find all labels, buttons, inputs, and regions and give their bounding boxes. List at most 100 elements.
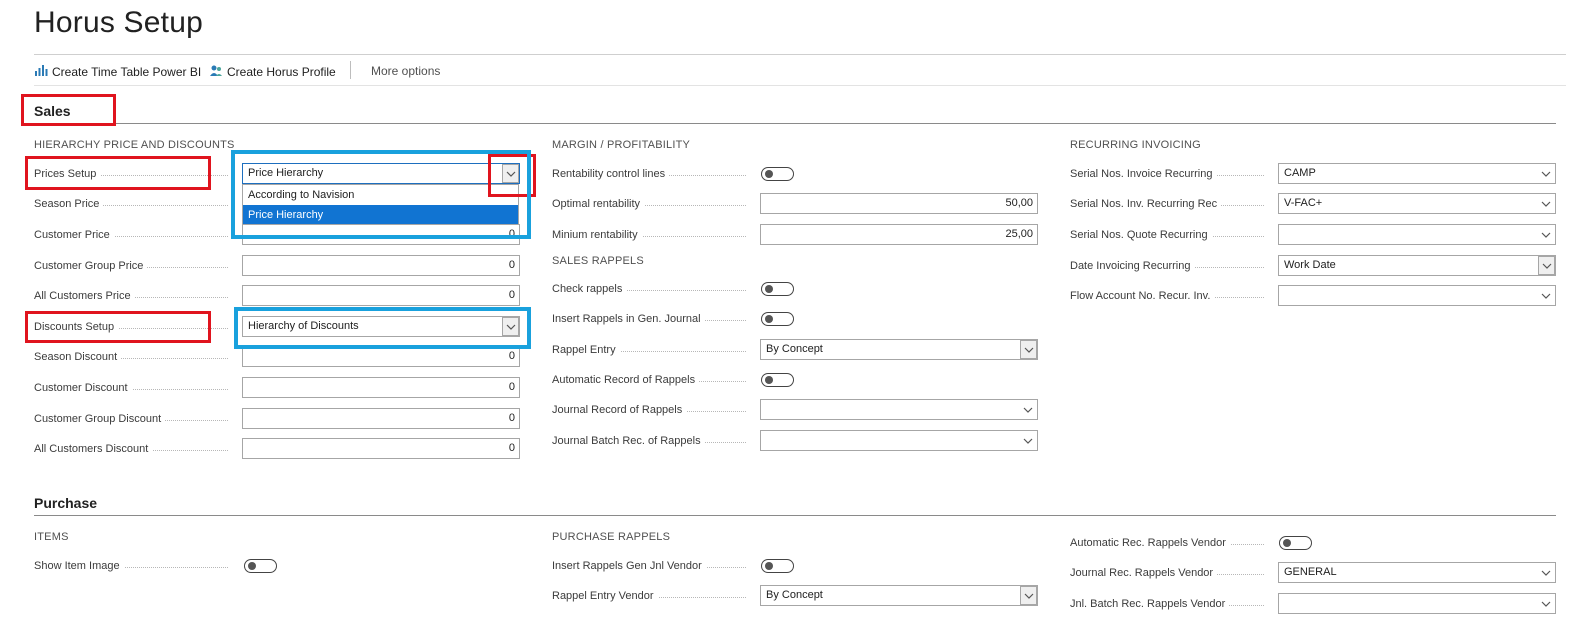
show-item-image-label: Show Item Image: [34, 559, 234, 573]
customer-group-price-label: Customer Group Price: [34, 259, 234, 273]
flow-account-recur-select[interactable]: [1278, 285, 1556, 306]
serial-inv-recurring-rec-value: V-FAC+: [1284, 197, 1323, 209]
chevron-down-icon[interactable]: [1538, 256, 1555, 275]
people-icon: [209, 64, 223, 80]
journal-record-rappels-select[interactable]: [760, 399, 1038, 420]
discounts-setup-select[interactable]: Hierarchy of Discounts: [242, 316, 520, 337]
flow-account-recur-label: Flow Account No. Recur. Inv.: [1070, 289, 1270, 303]
rentability-control-toggle[interactable]: [761, 167, 794, 181]
chevron-down-icon[interactable]: [1537, 226, 1554, 243]
purchase-section-line: [34, 515, 1556, 516]
automatic-record-rappels-label: Automatic Record of Rappels: [552, 373, 752, 387]
insert-rappels-gen-journal-toggle[interactable]: [761, 312, 794, 326]
serial-inv-recurring-rec-select[interactable]: V-FAC+: [1278, 193, 1556, 214]
all-customers-discount-input[interactable]: 0: [242, 438, 520, 459]
customer-group-price-input[interactable]: 0: [242, 255, 520, 276]
chevron-down-icon[interactable]: [1537, 195, 1554, 212]
create-time-table-button[interactable]: Create Time Table Power BI: [34, 64, 201, 79]
insert-rappels-gen-jnl-vendor-label: Insert Rappels Gen Jnl Vendor: [552, 559, 752, 573]
prices-setup-select[interactable]: Price Hierarchy: [242, 163, 520, 184]
rappel-entry-label: Rappel Entry: [552, 343, 752, 357]
insert-rappels-gen-jnl-vendor-toggle[interactable]: [761, 559, 794, 573]
discounts-setup-value: Hierarchy of Discounts: [248, 320, 359, 332]
automatic-rec-rappels-vendor-toggle[interactable]: [1279, 536, 1312, 550]
chevron-down-icon[interactable]: [1019, 401, 1036, 418]
serial-invoice-recurring-value: CAMP: [1284, 167, 1316, 179]
chevron-down-icon[interactable]: [1020, 340, 1037, 359]
date-invoicing-recurring-label: Date Invoicing Recurring: [1070, 259, 1270, 273]
chevron-down-icon[interactable]: [1537, 564, 1554, 581]
automatic-rec-rappels-vendor-label: Automatic Rec. Rappels Vendor: [1070, 536, 1270, 550]
chevron-down-icon[interactable]: [1537, 595, 1554, 612]
chevron-down-icon[interactable]: [1537, 165, 1554, 182]
journal-batch-rappels-select[interactable]: [760, 430, 1038, 451]
serial-invoice-recurring-label: Serial Nos. Invoice Recurring: [1070, 167, 1270, 181]
prices-setup-dropdown-list: According to Navision Price Hierarchy: [242, 184, 519, 226]
bar-chart-icon: [34, 64, 48, 79]
insert-rappels-gen-journal-label: Insert Rappels in Gen. Journal: [552, 312, 752, 326]
check-rappels-toggle[interactable]: [761, 282, 794, 296]
sales-rappels-group-title: SALES RAPPELS: [552, 255, 644, 267]
chevron-down-icon[interactable]: [1019, 432, 1036, 449]
rappel-entry-select[interactable]: By Concept: [760, 339, 1038, 360]
journal-rec-rappels-vendor-label: Journal Rec. Rappels Vendor: [1070, 566, 1270, 580]
serial-invoice-recurring-select[interactable]: CAMP: [1278, 163, 1556, 184]
customer-discount-input[interactable]: 0: [242, 377, 520, 398]
action-divider: [34, 85, 1566, 86]
date-invoicing-recurring-value: Work Date: [1284, 259, 1336, 271]
create-profile-label: Create Horus Profile: [227, 65, 336, 79]
journal-record-rappels-label: Journal Record of Rappels: [552, 403, 752, 417]
recurring-group-title: RECURRING INVOICING: [1070, 139, 1201, 151]
chevron-down-icon[interactable]: [1537, 287, 1554, 304]
rappel-entry-vendor-select[interactable]: By Concept: [760, 585, 1038, 606]
customer-price-label: Customer Price: [34, 228, 234, 242]
dropdown-option-price-hierarchy[interactable]: Price Hierarchy: [243, 205, 518, 225]
customer-group-discount-input[interactable]: 0: [242, 408, 520, 429]
purchase-section-title[interactable]: Purchase: [34, 495, 97, 511]
serial-inv-recurring-rec-label: Serial Nos. Inv. Recurring Rec: [1070, 197, 1270, 211]
journal-rec-rappels-vendor-select[interactable]: GENERAL: [1278, 562, 1556, 583]
all-customers-price-label: All Customers Price: [34, 289, 234, 303]
rentability-control-label: Rentability control lines: [552, 167, 752, 181]
hierarchy-group-title: HIERARCHY PRICE AND DISCOUNTS: [34, 139, 235, 151]
chevron-down-icon[interactable]: [502, 317, 519, 336]
jnl-batch-rec-rappels-vendor-label: Jnl. Batch Rec. Rappels Vendor: [1070, 597, 1270, 611]
discounts-setup-label: Discounts Setup: [34, 320, 234, 334]
customer-discount-label: Customer Discount: [34, 381, 234, 395]
margin-group-title: MARGIN / PROFITABILITY: [552, 139, 691, 151]
dropdown-option-according-to-navision[interactable]: According to Navision: [243, 185, 518, 205]
customer-group-discount-label: Customer Group Discount: [34, 412, 234, 426]
rappel-entry-vendor-label: Rappel Entry Vendor: [552, 589, 752, 603]
show-item-image-toggle[interactable]: [244, 559, 277, 573]
season-discount-input[interactable]: 0: [242, 346, 520, 367]
sales-section-title[interactable]: Sales: [34, 103, 71, 119]
sales-section-line: [34, 123, 1556, 124]
chevron-down-icon[interactable]: [502, 164, 519, 183]
serial-quote-recurring-select[interactable]: [1278, 224, 1556, 245]
customer-price-input[interactable]: 0: [242, 224, 520, 245]
chevron-down-icon[interactable]: [1020, 586, 1037, 605]
minimum-rentability-label: Minium rentability: [552, 228, 752, 242]
more-options-button[interactable]: More options: [371, 64, 440, 78]
create-profile-button[interactable]: Create Horus Profile: [209, 64, 336, 80]
automatic-record-rappels-toggle[interactable]: [761, 373, 794, 387]
action-separator: [350, 61, 351, 79]
jnl-batch-rec-rappels-vendor-select[interactable]: [1278, 593, 1556, 614]
optimal-rentability-label: Optimal rentability: [552, 197, 752, 211]
check-rappels-label: Check rappels: [552, 282, 752, 296]
minimum-rentability-input[interactable]: 25,00: [760, 224, 1038, 245]
journal-batch-rappels-label: Journal Batch Rec. of Rappels: [552, 434, 752, 448]
date-invoicing-recurring-select[interactable]: Work Date: [1278, 255, 1556, 276]
serial-quote-recurring-label: Serial Nos. Quote Recurring: [1070, 228, 1270, 242]
all-customers-price-input[interactable]: 0: [242, 285, 520, 306]
prices-setup-value: Price Hierarchy: [248, 167, 324, 179]
season-discount-label: Season Discount: [34, 350, 234, 364]
rappel-entry-vendor-value: By Concept: [766, 589, 823, 601]
page-title: Horus Setup: [34, 6, 203, 39]
optimal-rentability-input[interactable]: 50,00: [760, 193, 1038, 214]
title-divider: [34, 54, 1566, 55]
all-customers-discount-label: All Customers Discount: [34, 442, 234, 456]
rappel-entry-value: By Concept: [766, 343, 823, 355]
purchase-rappels-group-title: PURCHASE RAPPELS: [552, 531, 671, 543]
items-group-title: ITEMS: [34, 531, 69, 543]
